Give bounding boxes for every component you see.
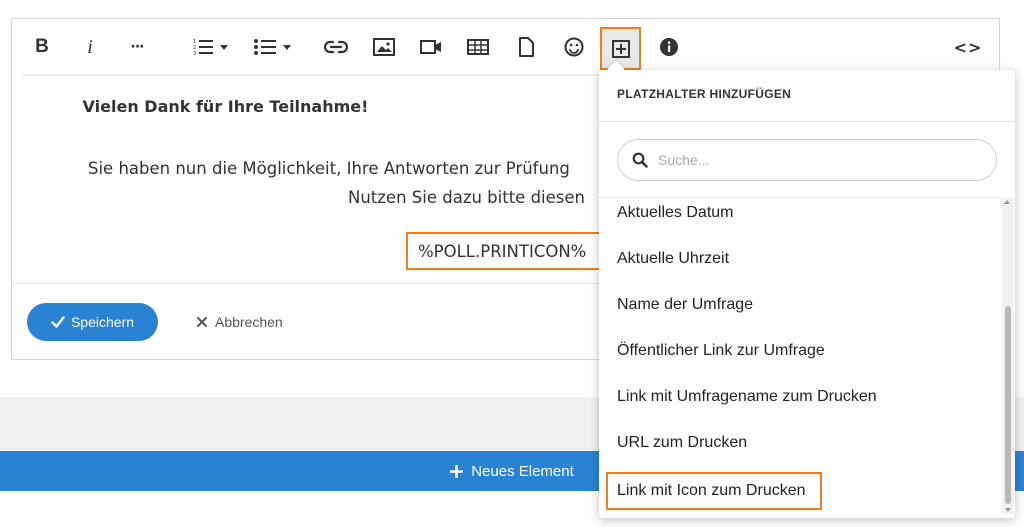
cancel-label: Abbrechen bbox=[215, 314, 283, 330]
list-item-aktuelles-datum[interactable]: Aktuelles Datum bbox=[599, 198, 1001, 236]
new-element-label: Neues Element bbox=[471, 462, 574, 480]
emoji-icon bbox=[564, 37, 584, 57]
more-icon: ··· bbox=[130, 39, 145, 55]
link-button[interactable] bbox=[323, 33, 349, 61]
code-view-icon: <> bbox=[953, 37, 983, 57]
plus-square-icon bbox=[611, 39, 630, 58]
add-placeholder-button[interactable] bbox=[600, 27, 641, 70]
placeholder-list: Aktuelles Datum Aktuelle Uhrzeit Name de… bbox=[599, 198, 1001, 516]
file-icon bbox=[519, 37, 534, 57]
list-item-url-drucken[interactable]: URL zum Drucken bbox=[599, 420, 1001, 466]
table-button[interactable] bbox=[465, 33, 491, 61]
italic-icon: i bbox=[87, 35, 93, 58]
save-label: Speichern bbox=[70, 314, 135, 330]
list-item-name-der-umfrage[interactable]: Name der Umfrage bbox=[599, 282, 1001, 328]
scroll-thumb[interactable] bbox=[1005, 306, 1011, 504]
info-icon bbox=[660, 38, 678, 56]
list-item-link-umfragename-drucken[interactable]: Link mit Umfragename zum Drucken bbox=[599, 374, 1001, 420]
list-item-aktuelle-uhrzeit[interactable]: Aktuelle Uhrzeit bbox=[599, 236, 1001, 282]
video-button[interactable] bbox=[418, 33, 444, 61]
placeholder-token[interactable]: %POLL.PRINTICON% bbox=[406, 232, 602, 270]
cancel-button[interactable]: Abbrechen bbox=[197, 309, 283, 335]
bold-icon: B bbox=[35, 36, 49, 57]
code-view-button[interactable]: <> bbox=[954, 33, 982, 61]
svg-text:3: 3 bbox=[193, 51, 196, 56]
dropdown-divider bbox=[599, 121, 1015, 122]
dropdown-title: PLATZHALTER HINZUFÜGEN bbox=[617, 87, 792, 101]
emoji-button[interactable] bbox=[561, 33, 587, 61]
paragraph-line-2: Nutzen Sie dazu bitte diesen bbox=[348, 188, 585, 207]
search-icon bbox=[632, 152, 648, 168]
image-icon bbox=[373, 38, 395, 56]
ordered-list-dropdown[interactable]: 1 2 3 bbox=[186, 33, 234, 61]
plus-icon bbox=[450, 464, 464, 478]
file-button[interactable] bbox=[514, 33, 538, 61]
paragraph-line-1: Sie haben nun die Möglichkeit, Ihre Antw… bbox=[88, 159, 570, 178]
scroll-down-arrow-icon[interactable] bbox=[1005, 508, 1011, 512]
search-input[interactable] bbox=[658, 152, 958, 168]
link-icon bbox=[324, 40, 348, 54]
list-item-link-icon-drucken[interactable]: Link mit Icon zum Drucken bbox=[606, 472, 822, 510]
scroll-up-arrow-icon[interactable] bbox=[1004, 200, 1010, 204]
list-item-oeffentlicher-link[interactable]: Öffentlicher Link zur Umfrage bbox=[599, 328, 1001, 374]
list-scrollbar[interactable] bbox=[1002, 198, 1014, 514]
ordered-list-icon: 1 2 3 bbox=[193, 39, 213, 56]
table-icon bbox=[467, 39, 489, 55]
placeholder-dropdown: PLATZHALTER HINZUFÜGEN Aktuelles Datum A… bbox=[599, 70, 1015, 518]
image-button[interactable] bbox=[371, 33, 397, 61]
video-icon bbox=[420, 40, 441, 54]
chevron-down-icon bbox=[219, 44, 228, 50]
save-button[interactable]: Speichern bbox=[27, 303, 158, 341]
chevron-down-icon bbox=[282, 44, 291, 50]
italic-button[interactable]: i bbox=[82, 33, 98, 61]
close-icon bbox=[197, 317, 207, 327]
bullet-list-dropdown[interactable] bbox=[248, 33, 296, 61]
more-button[interactable]: ··· bbox=[126, 33, 148, 61]
bold-button[interactable]: B bbox=[32, 33, 52, 61]
check-icon bbox=[51, 316, 65, 328]
info-button[interactable] bbox=[657, 33, 681, 61]
bullet-list-icon bbox=[253, 39, 276, 55]
editor-toolbar: B i ··· 1 2 3 <> bbox=[12, 19, 999, 76]
search-field[interactable] bbox=[617, 139, 997, 181]
